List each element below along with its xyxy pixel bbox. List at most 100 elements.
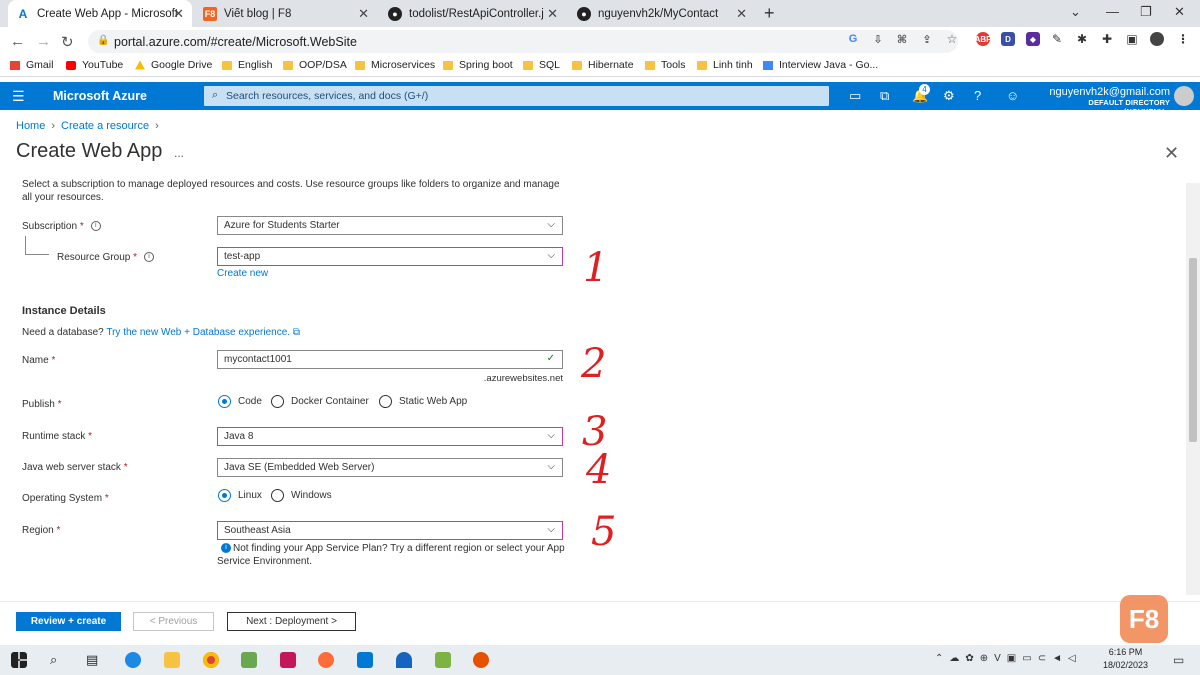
postman-icon[interactable]: [318, 652, 334, 668]
bookmark-interview-java[interactable]: Interview Java - Go...: [763, 59, 878, 71]
previous-button[interactable]: < Previous: [133, 612, 214, 631]
info-icon[interactable]: i: [144, 252, 155, 263]
java-server-dropdown[interactable]: Java SE (Embedded Web Server) ⌵: [217, 458, 563, 477]
scrollbar-thumb[interactable]: [1189, 258, 1197, 442]
close-icon[interactable]: ✕: [547, 6, 558, 22]
breadcrumb-create-resource[interactable]: Create a resource: [61, 120, 149, 132]
bookmark-label: SQL: [539, 59, 561, 71]
hamburger-menu-icon[interactable]: ☰: [12, 88, 25, 105]
bookmark-google-drive[interactable]: Google Drive: [135, 59, 212, 71]
app-icon[interactable]: [473, 652, 489, 668]
bookmark-hibernate[interactable]: Hibernate: [572, 59, 634, 71]
bookmark-sql[interactable]: SQL: [523, 59, 560, 71]
annotation-5: 5: [591, 509, 617, 555]
address-bar[interactable]: 🔒 portal.azure.com/#create/Microsoft.Web…: [88, 30, 958, 53]
app-icon[interactable]: [435, 652, 451, 668]
share-icon[interactable]: ⇪: [920, 32, 934, 46]
adblock-icon[interactable]: ABP: [975, 32, 991, 46]
tab-azure[interactable]: A Create Web App - Microsoft Azure ✕: [8, 0, 192, 27]
create-new-link[interactable]: Create new: [217, 268, 268, 279]
file-explorer-icon[interactable]: [164, 652, 180, 668]
subscription-dropdown[interactable]: Azure for Students Starter ⌵: [217, 216, 563, 235]
close-icon[interactable]: ✕: [358, 6, 369, 22]
intellij-icon[interactable]: [280, 652, 296, 668]
extension-icon[interactable]: ◆: [1026, 32, 1040, 46]
notification-center-icon[interactable]: ▭: [1173, 653, 1184, 667]
star-icon[interactable]: ☆: [945, 32, 959, 46]
puzzle-icon[interactable]: ✚: [1100, 32, 1114, 46]
name-input[interactable]: mycontact1001 ✓: [217, 350, 563, 369]
breadcrumb-home[interactable]: Home: [16, 120, 45, 132]
tab-f8[interactable]: F8 Viết blog | F8 ✕: [195, 0, 377, 27]
more-options-button[interactable]: ...: [174, 146, 184, 160]
account-info[interactable]: nguyenvh2k@gmail.com DEFAULT DIRECTORY (…: [1043, 86, 1170, 116]
avatar[interactable]: [1174, 86, 1194, 106]
close-icon[interactable]: ✕: [736, 6, 747, 22]
eyedropper-icon[interactable]: ✎: [1050, 32, 1064, 46]
restore-icon[interactable]: ❐: [1140, 4, 1152, 20]
directory-filter-icon[interactable]: ⧉: [880, 88, 889, 104]
azure-brand[interactable]: Microsoft Azure: [53, 89, 147, 103]
settings-gear-icon[interactable]: ⚙: [943, 88, 955, 104]
os-linux-radio[interactable]: Linux: [218, 489, 262, 502]
menu-icon[interactable]: ⋮: [1176, 32, 1190, 46]
tab-github-mycontact[interactable]: ● nguyenvh2k/MyContact ✕: [569, 0, 755, 27]
bookmark-english[interactable]: English: [222, 59, 272, 71]
extension-d-icon[interactable]: D: [1001, 32, 1015, 46]
os-windows-radio[interactable]: Windows: [271, 489, 332, 502]
sidepanel-icon[interactable]: ▣: [1125, 32, 1139, 46]
resource-group-dropdown[interactable]: test-app ⌵: [217, 247, 563, 266]
google-icon[interactable]: G: [846, 32, 860, 46]
windows-taskbar: ⌕ ▤ ⌃☁✿⊕V▣▭⊂◄◁: [0, 645, 1200, 675]
radio-icon: [271, 489, 284, 502]
vscode-icon[interactable]: [357, 652, 373, 668]
bookmark-linh-tinh[interactable]: Linh tinh: [697, 59, 753, 71]
runtime-stack-dropdown[interactable]: Java 8 ⌵: [217, 427, 563, 446]
tab-github-todolist[interactable]: ● todolist/RestApiController.java at ✕: [380, 0, 566, 27]
bookmark-youtube[interactable]: YouTube: [66, 59, 123, 71]
bookmark-tools[interactable]: Tools: [645, 59, 686, 71]
translate-icon[interactable]: ⌘: [895, 32, 909, 46]
tab-search-icon[interactable]: ⌄: [1070, 4, 1081, 20]
system-tray-icons[interactable]: ⌃☁✿⊕V▣▭⊂◄◁: [935, 653, 1082, 664]
task-view-icon[interactable]: ▤: [86, 652, 102, 668]
install-icon[interactable]: ⇩: [871, 32, 885, 46]
region-note-text: Not finding your App Service Plan? Try a…: [217, 543, 565, 567]
help-icon[interactable]: ?: [974, 88, 981, 103]
azure-search-input[interactable]: ⌕ Search resources, services, and docs (…: [204, 86, 829, 106]
app-icon[interactable]: [396, 652, 412, 668]
edge-icon[interactable]: [125, 652, 141, 668]
bookmark-oop-dsa[interactable]: OOP/DSA: [283, 59, 347, 71]
info-icon[interactable]: i: [90, 221, 101, 232]
bug-icon[interactable]: ✱: [1075, 32, 1089, 46]
back-icon[interactable]: ←: [10, 33, 25, 50]
bookmark-spring-boot[interactable]: Spring boot: [443, 59, 513, 71]
search-icon[interactable]: ⌕: [50, 652, 66, 668]
review-create-button[interactable]: Review + create: [16, 612, 121, 631]
try-web-database-link[interactable]: Try the new Web + Database experience.: [106, 327, 290, 338]
close-icon[interactable]: ✕: [173, 6, 184, 22]
cloud-shell-icon[interactable]: ▭: [849, 88, 861, 104]
publish-static-radio[interactable]: Static Web App: [379, 395, 467, 408]
clock[interactable]: 6:16 PM 18/02/2023: [1103, 646, 1148, 672]
windows-start-icon[interactable]: [11, 652, 27, 668]
app-icon[interactable]: [241, 652, 257, 668]
window-close-icon[interactable]: ✕: [1174, 4, 1185, 20]
publish-code-radio[interactable]: Code: [218, 395, 262, 408]
bookmark-microservices[interactable]: Microservices: [355, 59, 435, 71]
new-tab-button[interactable]: +: [764, 3, 775, 24]
chevron-down-icon: ⌵: [547, 250, 555, 261]
next-deployment-button[interactable]: Next : Deployment >: [227, 612, 356, 631]
minimize-icon[interactable]: —: [1106, 4, 1119, 19]
region-dropdown[interactable]: Southeast Asia ⌵: [217, 521, 563, 540]
feedback-icon[interactable]: ☺: [1006, 88, 1019, 103]
bookmark-gmail[interactable]: Gmail: [10, 59, 53, 71]
folder-icon: [572, 60, 582, 70]
forward-icon[interactable]: →: [36, 33, 51, 50]
date-text: 18/02/2023: [1103, 660, 1149, 670]
reload-icon[interactable]: ↻: [61, 33, 74, 51]
profile-icon[interactable]: [1150, 32, 1164, 46]
publish-docker-radio[interactable]: Docker Container: [271, 395, 369, 408]
close-blade-icon[interactable]: ✕: [1164, 143, 1179, 164]
chrome-icon[interactable]: [203, 652, 219, 668]
